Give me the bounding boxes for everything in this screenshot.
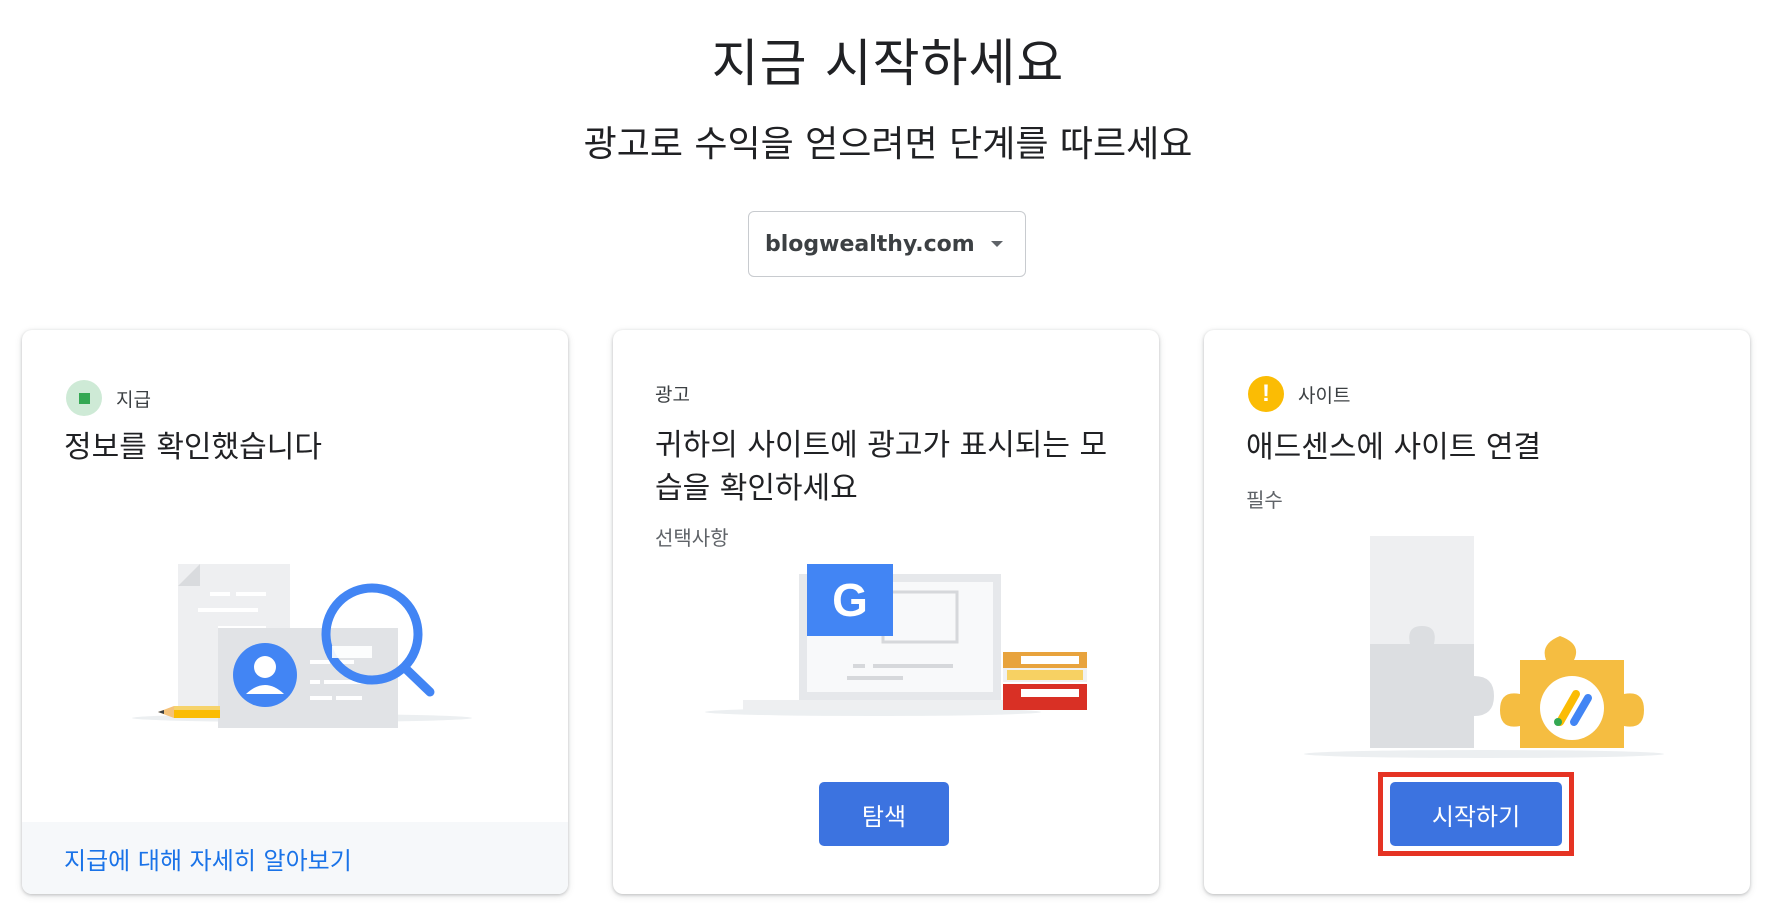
card-payment-heading: 정보를 확인했습니다 <box>64 430 322 465</box>
card-ads-heading-line2: 습을 확인하세요 <box>655 471 858 506</box>
page-subtitle: 광고로 수익을 얻으려면 단계를 따르세요 <box>583 124 1193 165</box>
card-payment-footer: 지급에 대해 자세히 알아보기 <box>22 822 568 894</box>
check-status-icon <box>66 380 102 416</box>
laptop-google-books-icon <box>705 564 1087 716</box>
card-ads-category-label: 광고 <box>655 384 690 406</box>
card-payment-category-label: 지급 <box>116 388 151 411</box>
site-select-value: blogwealthy.com <box>765 231 975 257</box>
card-site-heading: 애드센스에 사이트 연결 <box>1246 430 1542 465</box>
learn-more-payment-link[interactable]: 지급에 대해 자세히 알아보기 <box>64 841 352 876</box>
page-title: 지금 시작하세요 <box>711 35 1065 94</box>
card-payment: 지급 정보를 확인했습니다 지급에 대해 자세히 알아보기 <box>22 330 568 894</box>
card-ads-optional-label: 선택사항 <box>655 526 729 550</box>
card-site-required-label: 필수 <box>1246 488 1283 512</box>
card-ads-heading-line1: 귀하의 사이트에 광고가 표시되는 모 <box>655 428 1108 463</box>
explore-button[interactable]: 탐색 <box>819 782 949 846</box>
site-select-dropdown[interactable]: blogwealthy.com <box>748 211 1026 277</box>
puzzle-adsense-icon <box>1304 536 1664 758</box>
card-ads-heading: 귀하의 사이트에 광고가 표시되는 모 습을 확인하세요 <box>655 424 1125 510</box>
card-site: ! 사이트 애드센스에 사이트 연결 필수 시작하기 <box>1204 330 1750 894</box>
card-ads: 광고 귀하의 사이트에 광고가 표시되는 모 습을 확인하세요 선택사항 G 탐… <box>613 330 1159 894</box>
card-site-category: ! 사이트 <box>1248 376 1350 412</box>
google-logo-icon: G <box>832 574 868 626</box>
card-ads-category: 광고 <box>655 380 690 407</box>
warning-icon: ! <box>1248 376 1284 412</box>
card-payment-category: 지급 <box>66 380 151 416</box>
id-card-magnifier-icon <box>132 564 472 728</box>
chevron-down-icon <box>991 241 1003 247</box>
start-button[interactable]: 시작하기 <box>1390 782 1562 846</box>
card-site-category-label: 사이트 <box>1298 384 1351 407</box>
